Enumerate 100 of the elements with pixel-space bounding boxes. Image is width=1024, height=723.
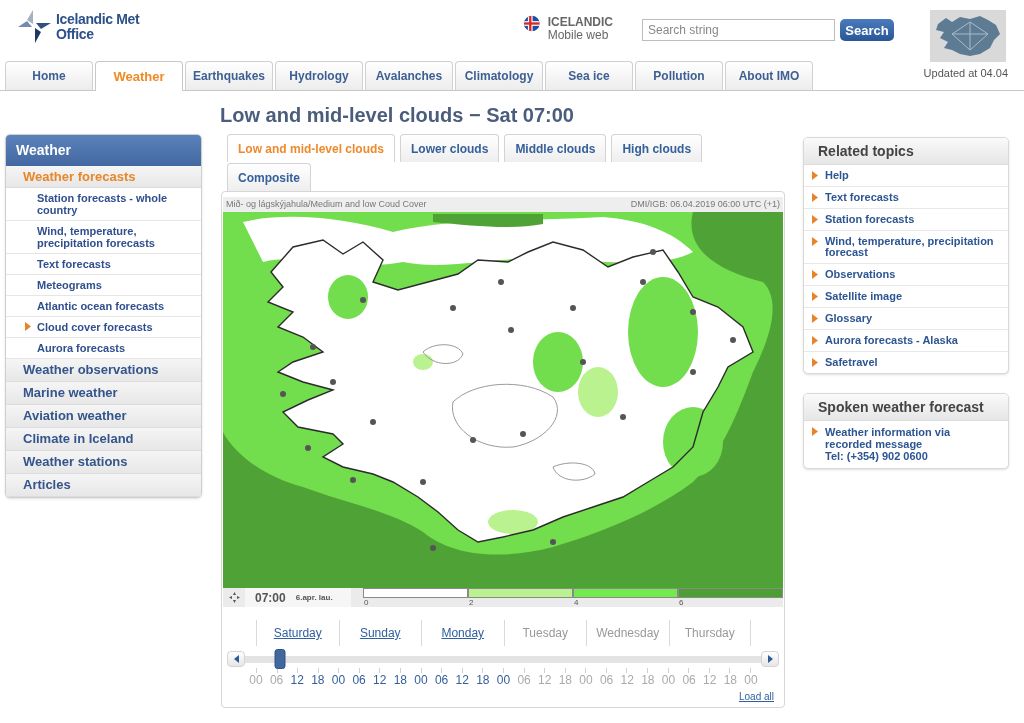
sidebar-subitem[interactable]: Meteograms bbox=[6, 275, 201, 296]
nav-tab[interactable]: Home bbox=[5, 61, 93, 90]
hour-label: 06 bbox=[516, 673, 532, 687]
day-label: Thursday bbox=[684, 626, 735, 642]
map-thumbnail-icon[interactable] bbox=[930, 10, 1006, 62]
sidebar-subitem[interactable]: Text forecasts bbox=[6, 254, 201, 275]
triangle-bullet-icon bbox=[25, 322, 31, 331]
hour-label: 12 bbox=[619, 673, 635, 687]
legend-tick: 2 bbox=[468, 598, 474, 607]
sidebar-subitem[interactable]: Atlantic ocean forecasts bbox=[6, 296, 201, 317]
sidebar-item[interactable]: Climate in Iceland bbox=[6, 428, 201, 451]
mobile-web-link[interactable]: Mobile web bbox=[547, 29, 613, 42]
hour-label[interactable]: 18 bbox=[392, 673, 409, 687]
related-link[interactable]: Help bbox=[804, 165, 1008, 187]
day-link[interactable]: Monday bbox=[441, 626, 485, 646]
nav-tab[interactable]: Sea ice bbox=[545, 61, 633, 90]
load-all-link[interactable]: Load all bbox=[738, 691, 774, 703]
hour-label[interactable]: 12 bbox=[289, 673, 306, 687]
related-link[interactable]: Aurora forecasts - Alaska bbox=[804, 330, 1008, 352]
nav-tab[interactable]: Pollution bbox=[635, 61, 723, 90]
cloud-tab[interactable]: Composite bbox=[227, 163, 311, 191]
map-source: DMI/IGB: 06.04.2019 06:00 UTC (+1) bbox=[630, 200, 780, 209]
hour-label: 00 bbox=[743, 673, 759, 687]
triangle-bullet-icon bbox=[812, 358, 818, 367]
nav-tab[interactable]: Hydrology bbox=[275, 61, 363, 90]
search-field[interactable]: Search string bbox=[642, 19, 835, 41]
cloud-tab[interactable]: Lower clouds bbox=[400, 134, 500, 162]
triangle-bullet-icon bbox=[812, 171, 818, 180]
related-link[interactable]: Safetravel bbox=[804, 352, 1008, 373]
hour-label: 06 bbox=[268, 673, 285, 687]
logo-text[interactable]: Icelandic Met Office bbox=[56, 11, 154, 42]
hour-label: 06 bbox=[681, 673, 697, 687]
triangle-bullet-icon bbox=[812, 270, 818, 279]
map-caption: Mið- og lágskýjahula/Medium and low Coud Cover bbox=[226, 200, 427, 209]
related-link[interactable]: Text forecasts bbox=[804, 187, 1008, 209]
slider-thumb[interactable] bbox=[274, 648, 286, 669]
move-icon[interactable] bbox=[228, 592, 240, 603]
sidebar-subitem[interactable]: Station forecasts - whole country bbox=[6, 188, 201, 221]
right-triangle-icon bbox=[767, 655, 773, 663]
day-link[interactable]: Saturday bbox=[273, 626, 322, 646]
related-link[interactable]: Station forecasts bbox=[804, 209, 1008, 231]
triangle-bullet-icon bbox=[812, 314, 818, 323]
sidebar-item[interactable]: Weather stations bbox=[6, 451, 201, 474]
related-link[interactable]: Wind, temperature, precipitation forecast bbox=[804, 231, 1008, 264]
panel-header: Spoken weather forecast bbox=[804, 394, 1008, 421]
previous-button[interactable] bbox=[227, 651, 245, 667]
cloud-tab[interactable]: High clouds bbox=[611, 134, 703, 162]
sidebar-subitem[interactable]: Wind, temperature, precipitation forecasts bbox=[6, 221, 201, 254]
recorded-message-link[interactable]: Weather information via recorded message bbox=[825, 426, 995, 450]
triangle-bullet-icon bbox=[812, 193, 818, 202]
hour-label[interactable]: 00 bbox=[330, 673, 347, 687]
sidebar-item[interactable]: Aviation weather bbox=[6, 405, 201, 428]
sidebar-item[interactable]: Marine weather bbox=[6, 382, 201, 405]
day-link[interactable]: Sunday bbox=[359, 626, 401, 646]
hour-label[interactable]: 12 bbox=[371, 673, 388, 687]
legend-tick: 6 bbox=[678, 598, 684, 607]
triangle-bullet-icon bbox=[812, 292, 818, 301]
forecast-date: 6.apr. lau. bbox=[295, 593, 333, 602]
hour-label: 00 bbox=[578, 673, 594, 687]
related-link[interactable]: Satellite image bbox=[804, 286, 1008, 308]
hour-label: 18 bbox=[557, 673, 574, 687]
sidebar-subitem[interactable]: Cloud cover forecasts bbox=[6, 317, 201, 338]
search-button[interactable]: Search bbox=[840, 19, 894, 41]
hour-label[interactable]: 18 bbox=[474, 673, 491, 687]
next-button[interactable] bbox=[761, 651, 779, 667]
sidebar-item[interactable]: Articles bbox=[6, 474, 201, 497]
hour-label: 06 bbox=[598, 673, 615, 687]
day-label: Wednesday bbox=[596, 626, 660, 642]
hour-label[interactable]: 00 bbox=[413, 673, 429, 687]
hour-label: 12 bbox=[702, 673, 718, 687]
sidebar-subitem[interactable]: Aurora forecasts bbox=[6, 338, 201, 359]
left-triangle-icon bbox=[233, 655, 239, 663]
day-label: Tuesday bbox=[522, 626, 569, 642]
hour-label[interactable]: 00 bbox=[495, 673, 512, 687]
hour-label: 00 bbox=[248, 673, 264, 687]
hour-label: 18 bbox=[640, 673, 656, 687]
panel-header: Related topics bbox=[804, 138, 1008, 165]
hour-label[interactable]: 06 bbox=[351, 673, 368, 687]
updated-time: Updated at 04.04 bbox=[923, 66, 1008, 81]
nav-tab[interactable]: About IMO bbox=[725, 61, 813, 90]
sidebar-item[interactable]: Weather observations bbox=[6, 359, 201, 382]
related-link[interactable]: Glossary bbox=[804, 308, 1008, 330]
cloud-tab[interactable]: Middle clouds bbox=[504, 134, 607, 162]
nav-tab[interactable]: Earthquakes bbox=[185, 61, 273, 90]
hour-label[interactable]: 06 bbox=[433, 673, 450, 687]
language-link[interactable]: ICELANDIC bbox=[547, 16, 613, 29]
page-title: Low and mid-level clouds − Sat 07:00 bbox=[220, 103, 575, 127]
triangle-bullet-icon bbox=[812, 427, 818, 436]
hour-label[interactable]: 18 bbox=[309, 673, 326, 687]
forecast-time: 07:00 bbox=[255, 591, 286, 604]
nav-tab[interactable]: Climatology bbox=[455, 61, 543, 90]
triangle-bullet-icon bbox=[812, 215, 818, 224]
nav-tab[interactable]: Avalanches bbox=[365, 61, 453, 90]
hour-label: 12 bbox=[537, 673, 553, 687]
logo-icon[interactable] bbox=[18, 10, 51, 43]
phone-number: Tel: (+354) 902 0600 bbox=[825, 450, 928, 462]
triangle-bullet-icon bbox=[812, 237, 818, 246]
related-link[interactable]: Observations bbox=[804, 264, 1008, 286]
flag-icon[interactable] bbox=[524, 14, 540, 33]
hour-label[interactable]: 12 bbox=[454, 673, 471, 687]
